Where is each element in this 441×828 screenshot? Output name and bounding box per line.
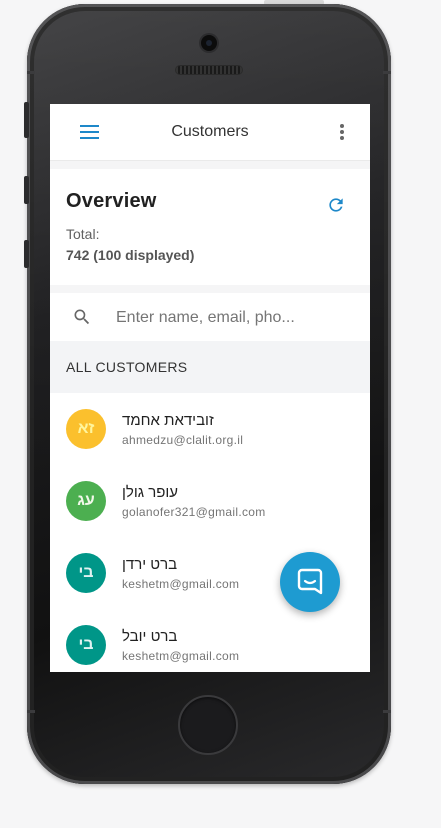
customer-name: עופר גולן (122, 484, 179, 501)
page-title: Customers (171, 123, 249, 140)
phone-volume-down (24, 240, 29, 268)
search-icon (74, 309, 90, 325)
search-input[interactable] (114, 303, 358, 333)
earpiece-speaker (176, 66, 242, 74)
customer-email: keshetm@gmail.com (122, 649, 240, 663)
phone-mute-switch (24, 102, 29, 138)
customer-name: ברט יובל (122, 628, 178, 645)
home-button[interactable] (178, 695, 238, 755)
customer-email: ahmedzu@clalit.org.il (122, 433, 244, 447)
avatar: בי (66, 625, 106, 665)
chat-icon (297, 568, 323, 595)
phone-volume-up (24, 176, 29, 204)
overview-card: Overview Total: 742 (100 displayed) (50, 169, 370, 285)
customer-list: זא זובידאת אחמד ahmedzu@clalit.org.il עג… (50, 393, 370, 672)
more-vert-icon[interactable] (339, 123, 345, 141)
app-screen: Customers Overview Total: 742 (100 displ… (50, 104, 370, 672)
avatar: זא (66, 409, 106, 449)
avatar: בי (66, 553, 106, 593)
avatar: עג (66, 481, 106, 521)
phone-antenna-band (27, 71, 35, 74)
customer-email: keshetm@gmail.com (122, 577, 240, 591)
customer-email: golanofer321@gmail.com (122, 505, 266, 519)
customer-row[interactable]: בי ברט יובל keshetm@gmail.com (50, 609, 370, 672)
phone-antenna-band (27, 710, 35, 713)
section-header: ALL CUSTOMERS (50, 341, 370, 393)
overview-title: Overview (66, 190, 157, 212)
section-title: ALL CUSTOMERS (66, 359, 188, 375)
customer-row[interactable]: זא זובידאת אחמד ahmedzu@clalit.org.il (50, 393, 370, 465)
search-bar (50, 293, 370, 341)
app-bar: Customers (50, 104, 370, 161)
customer-row[interactable]: עג עופר גולן golanofer321@gmail.com (50, 465, 370, 537)
refresh-icon[interactable] (326, 195, 346, 215)
chat-button[interactable] (280, 552, 340, 612)
total-value: 742 (100 displayed) (66, 247, 195, 263)
front-camera (201, 35, 217, 51)
total-label: Total: (66, 226, 100, 242)
phone-antenna-band (383, 710, 391, 713)
phone-antenna-band (383, 71, 391, 74)
customer-name: ברט ירדן (122, 556, 178, 573)
customer-name: זובידאת אחמד (122, 412, 214, 429)
